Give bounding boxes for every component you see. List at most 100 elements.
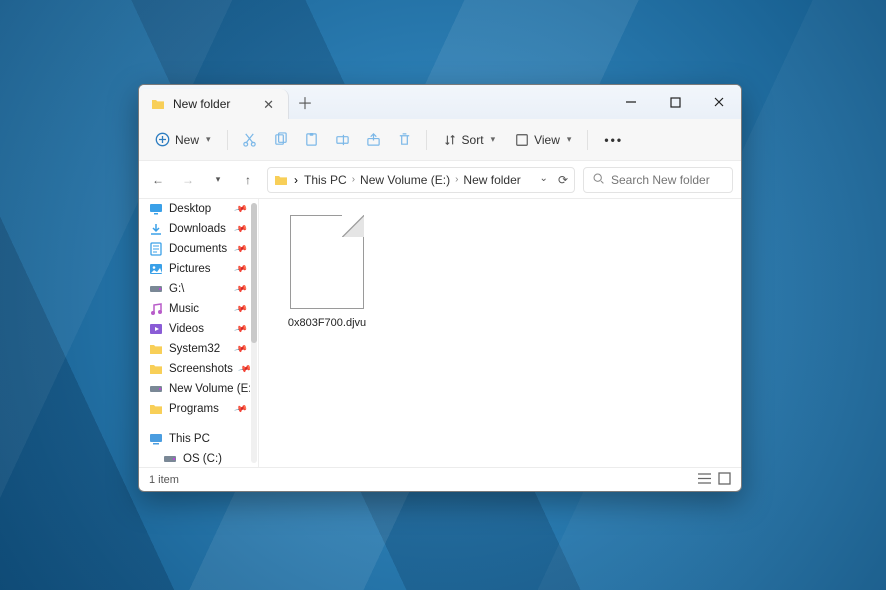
search-box[interactable] (583, 167, 733, 193)
pin-icon: 📌 (233, 341, 248, 356)
folder-icon (274, 173, 288, 187)
forward-button[interactable]: → (177, 169, 199, 191)
chevron-down-icon[interactable]: ⌄ (540, 173, 548, 187)
sidebar-item-label: This PC (169, 433, 210, 445)
recent-chevron-icon[interactable]: ▾ (207, 169, 229, 191)
breadcrumb-item[interactable]: New folder (463, 173, 520, 187)
details-view-button[interactable] (697, 472, 712, 488)
address-bar[interactable]: › This PC › New Volume (E:) › New folder… (267, 167, 575, 193)
sidebar-item-label: Desktop (169, 203, 211, 215)
file-icon (290, 215, 364, 309)
pin-icon: 📌 (233, 301, 248, 316)
more-button[interactable]: ••• (596, 128, 631, 152)
close-tab-icon[interactable]: ✕ (263, 98, 274, 111)
chevron-right-icon: › (352, 174, 355, 185)
pin-icon: 📌 (233, 241, 248, 256)
sidebar-item-downloads[interactable]: Downloads 📌 (139, 219, 250, 239)
delete-button[interactable] (391, 127, 418, 152)
document-icon (149, 242, 163, 256)
search-input[interactable] (611, 173, 724, 187)
sidebar-item-label: Downloads (169, 223, 226, 235)
download-icon (149, 222, 163, 236)
pin-icon: 📌 (233, 321, 248, 336)
sidebar-item-documents[interactable]: Documents 📌 (139, 239, 250, 259)
breadcrumb: This PC › New Volume (E:) › New folder (304, 173, 521, 187)
sort-button[interactable]: Sort ▾ (435, 128, 504, 152)
chevron-down-icon: ▾ (206, 134, 211, 145)
rename-button[interactable] (329, 127, 356, 152)
sidebar-item-music[interactable]: Music 📌 (139, 299, 250, 319)
video-icon (149, 322, 163, 336)
close-window-button[interactable] (697, 85, 741, 119)
minimize-button[interactable] (609, 85, 653, 119)
file-name: 0x803F700.djvu (277, 317, 377, 329)
scrollbar-thumb[interactable] (251, 203, 257, 343)
view-label: View (534, 133, 560, 147)
folder-icon (149, 402, 163, 416)
tab-current[interactable]: New folder ✕ (139, 89, 289, 119)
refresh-button[interactable]: ⟳ (558, 173, 568, 187)
chevron-down-icon: ▾ (491, 134, 496, 145)
sidebar-item-label: Pictures (169, 263, 211, 275)
sidebar-item-label: Screenshots (169, 363, 233, 375)
folder-icon (149, 342, 163, 356)
cut-button[interactable] (236, 127, 263, 152)
sidebar-item-drive[interactable]: OS (C:) (139, 449, 250, 467)
breadcrumb-item[interactable]: New Volume (E:) (360, 173, 450, 187)
copy-button[interactable] (267, 127, 294, 152)
new-button[interactable]: New ▾ (147, 127, 219, 152)
maximize-button[interactable] (653, 85, 697, 119)
folder-icon (151, 97, 165, 111)
icons-view-button[interactable] (718, 472, 731, 488)
pin-icon: 📌 (233, 281, 248, 296)
titlebar: New folder ✕ ＋ (139, 85, 741, 119)
pin-icon: 📌 (237, 361, 250, 376)
new-label: New (175, 133, 199, 147)
up-button[interactable]: ↑ (237, 169, 259, 191)
divider (426, 130, 427, 150)
sidebar-item-screenshots[interactable]: Screenshots 📌 (139, 359, 250, 379)
sidebar-item-g-[interactable]: G:\ 📌 (139, 279, 250, 299)
pin-icon: 📌 (233, 221, 248, 236)
navigation-pane: Desktop📌Downloads📌Documents📌Pictures📌G:\… (139, 199, 259, 467)
sidebar-item-pictures[interactable]: Pictures 📌 (139, 259, 250, 279)
sidebar-item-programs[interactable]: Programs📌 (139, 399, 250, 419)
status-bar: 1 item (139, 467, 741, 491)
sidebar-item-videos[interactable]: Videos📌 (139, 319, 250, 339)
sidebar-item-label: Music (169, 303, 199, 315)
pin-icon: 📌 (233, 261, 248, 276)
sidebar-item-label: System32 (169, 343, 220, 355)
pc-icon (149, 432, 163, 446)
sidebar-item-system32[interactable]: System32 📌 (139, 339, 250, 359)
window-controls (609, 85, 741, 119)
search-icon (592, 172, 605, 188)
view-button[interactable]: View ▾ (507, 128, 579, 152)
drive-icon (149, 282, 163, 296)
back-button[interactable]: ← (147, 169, 169, 191)
chevron-right-icon: › (294, 173, 298, 187)
sidebar-item-this-pc[interactable]: This PC (139, 429, 250, 449)
sidebar-item-new-volume-e-[interactable]: New Volume (E:)📌 (139, 379, 250, 399)
paste-button[interactable] (298, 127, 325, 152)
drive-icon (163, 452, 177, 466)
chevron-down-icon: ▾ (567, 134, 572, 145)
sidebar-item-label: G:\ (169, 283, 184, 295)
toolbar: New ▾ Sort ▾ View ▾ ••• (139, 119, 741, 161)
content-pane[interactable]: 0x803F700.djvu (259, 199, 741, 467)
sidebar-item-label: Programs (169, 403, 219, 415)
new-tab-button[interactable]: ＋ (289, 85, 321, 119)
address-row: ← → ▾ ↑ › This PC › New Volume (E:) › Ne… (139, 161, 741, 199)
file-item[interactable]: 0x803F700.djvu (277, 215, 377, 329)
share-button[interactable] (360, 127, 387, 152)
sort-label: Sort (462, 133, 484, 147)
pin-icon: 📌 (233, 201, 248, 216)
file-explorer-window: New folder ✕ ＋ New ▾ Sort ▾ Vie (138, 84, 742, 492)
chevron-right-icon: › (455, 174, 458, 185)
sidebar-item-label: Documents (169, 243, 227, 255)
music-icon (149, 302, 163, 316)
drive-icon (149, 382, 163, 396)
breadcrumb-item[interactable]: This PC (304, 173, 347, 187)
sidebar-item-desktop[interactable]: Desktop 📌 (139, 199, 250, 219)
sidebar-item-label: OS (C:) (183, 453, 222, 465)
scrollbar[interactable] (251, 203, 257, 463)
